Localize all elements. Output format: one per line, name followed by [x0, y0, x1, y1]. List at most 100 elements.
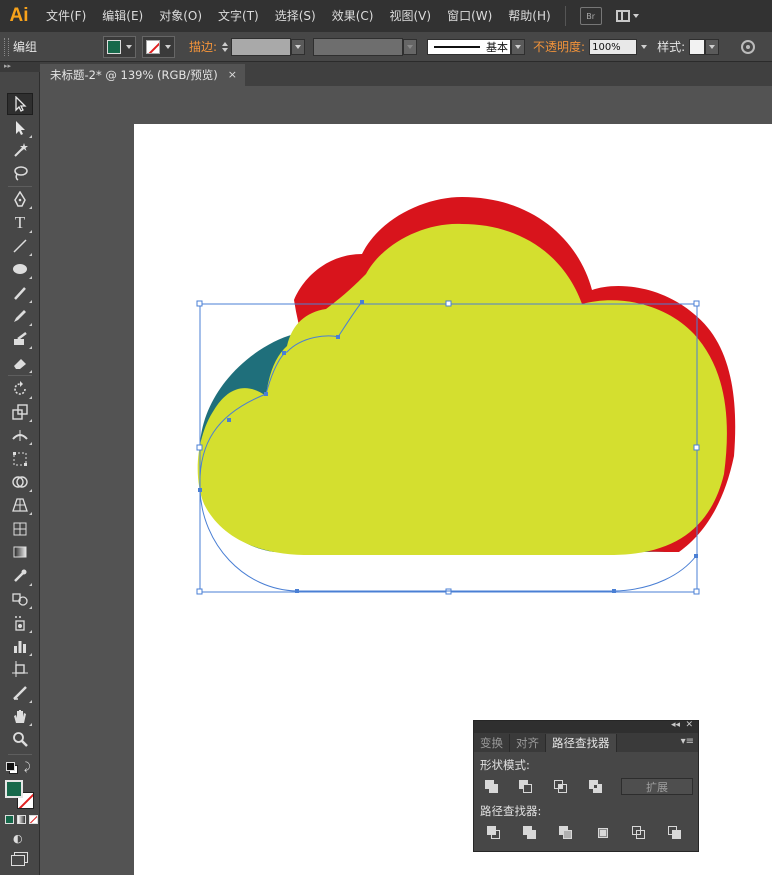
column-graph-icon	[14, 641, 26, 653]
cloud-main	[197, 223, 727, 555]
outline-button[interactable]	[632, 826, 646, 840]
ellipse-tool[interactable]	[7, 258, 33, 280]
arrange-documents-button[interactable]	[615, 10, 639, 22]
magic-wand-tool[interactable]	[7, 139, 33, 161]
color-mode-buttons[interactable]	[5, 815, 38, 824]
close-icon[interactable]: ×	[228, 64, 237, 86]
menu-object[interactable]: 对象(O)	[151, 0, 210, 32]
eraser-tool[interactable]	[7, 352, 33, 374]
menu-window[interactable]: 窗口(W)	[439, 0, 500, 32]
slice-icon	[13, 686, 27, 700]
brush-definition-dropdown[interactable]	[511, 38, 526, 55]
panel-menu-icon[interactable]: ▾≡	[681, 736, 694, 747]
fill-swatch	[107, 39, 121, 54]
stroke-label[interactable]: 描边:	[189, 38, 217, 55]
type-tool[interactable]: T	[7, 212, 33, 234]
fill-stroke-swatches[interactable]	[5, 780, 35, 810]
lasso-tool[interactable]	[7, 162, 33, 184]
tab-align[interactable]: 对齐	[510, 734, 546, 752]
menu-select[interactable]: 选择(S)	[267, 0, 324, 32]
panel-tab-bar: 变换 对齐 路径查找器 ▾≡	[474, 733, 698, 752]
graphic-style-swatch[interactable]	[689, 38, 706, 55]
stroke-weight-dropdown[interactable]	[291, 38, 306, 55]
document-tab[interactable]: 未标题-2* @ 139% (RGB/预览) ×	[40, 64, 245, 86]
tab-transform[interactable]: 变换	[474, 734, 510, 752]
menu-effect[interactable]: 效果(C)	[324, 0, 382, 32]
selection-tool[interactable]	[7, 93, 33, 115]
screen-mode-icon[interactable]	[11, 852, 28, 866]
chevron-down-icon	[126, 44, 132, 49]
menu-view[interactable]: 视图(V)	[381, 0, 439, 32]
mesh-tool[interactable]	[7, 518, 33, 540]
stroke-weight-input[interactable]	[231, 37, 292, 56]
trim-button[interactable]	[523, 826, 537, 840]
blob-brush-tool[interactable]	[7, 328, 33, 350]
fill-swatch-large	[5, 780, 23, 798]
menu-file[interactable]: 文件(F)	[38, 0, 94, 32]
chevron-down-icon	[632, 14, 639, 18]
column-graph-tool[interactable]	[7, 635, 33, 657]
menu-help[interactable]: 帮助(H)	[500, 0, 558, 32]
minus-front-button[interactable]	[519, 780, 533, 794]
direct-selection-arrow-icon	[16, 121, 25, 135]
line-segment-tool[interactable]	[7, 235, 33, 257]
opacity-label[interactable]: 不透明度:	[533, 38, 585, 55]
pencil-icon	[14, 310, 26, 322]
default-colors-icon[interactable]	[6, 762, 18, 774]
perspective-grid-tool[interactable]	[7, 494, 33, 516]
toolbar-header[interactable]: ▸▸	[0, 62, 40, 72]
chevron-down-icon	[295, 44, 302, 49]
tab-pathfinder[interactable]: 路径查找器	[546, 734, 617, 752]
menu-type[interactable]: 文字(T)	[210, 0, 267, 32]
intersect-button[interactable]	[554, 780, 568, 794]
blend-icon	[12, 593, 28, 606]
paintbrush-tool[interactable]	[7, 282, 33, 304]
chevron-down-icon	[515, 44, 522, 49]
artboard-tool[interactable]	[7, 658, 33, 680]
collapse-panel-icon[interactable]: ◂◂	[671, 720, 680, 730]
panel-title-bar[interactable]: ◂◂ ✕	[474, 720, 698, 733]
symbol-sprayer-tool[interactable]	[7, 612, 33, 634]
graphic-style-dropdown[interactable]	[705, 38, 720, 55]
stroke-color-picker[interactable]	[142, 35, 175, 58]
hand-tool[interactable]	[7, 705, 33, 727]
pen-tool[interactable]	[7, 188, 33, 210]
width-tool[interactable]	[7, 424, 33, 446]
unite-button[interactable]	[485, 780, 499, 794]
variable-width-dropdown[interactable]	[403, 38, 418, 55]
recolor-artwork-icon[interactable]	[741, 39, 756, 54]
free-transform-tool[interactable]	[7, 448, 33, 470]
opacity-input[interactable]: 100%	[589, 38, 638, 55]
bridge-button[interactable]: Br	[579, 7, 602, 25]
pathfinders-label: 路径查找器:	[480, 804, 542, 818]
menu-edit[interactable]: 编辑(E)	[94, 0, 151, 32]
opacity-dropdown-icon[interactable]	[641, 44, 648, 49]
divide-button[interactable]	[487, 826, 501, 840]
zoom-tool[interactable]	[7, 728, 33, 750]
pencil-tool[interactable]	[7, 305, 33, 327]
document-tab-bar: 未标题-2* @ 139% (RGB/预览) ×	[40, 62, 772, 86]
stroke-weight-stepper[interactable]	[222, 41, 229, 52]
variable-width-profile[interactable]	[313, 37, 404, 56]
scale-tool[interactable]	[7, 401, 33, 423]
crop-button[interactable]	[596, 826, 610, 840]
direct-selection-tool[interactable]	[7, 117, 33, 139]
ellipse-icon	[13, 264, 27, 274]
panel-grip[interactable]	[4, 37, 9, 56]
minus-back-button[interactable]	[668, 826, 682, 840]
merge-button[interactable]	[559, 826, 573, 840]
expand-button[interactable]: 扩展	[621, 778, 693, 795]
swap-colors-icon[interactable]: ⤸	[24, 760, 31, 774]
drawing-mode-icon[interactable]: ◐	[13, 832, 23, 845]
close-icon[interactable]: ✕	[685, 720, 693, 730]
brush-definition[interactable]: 基本	[427, 38, 512, 55]
fill-color-picker[interactable]	[103, 35, 136, 58]
shape-builder-tool[interactable]	[7, 471, 33, 493]
exclude-button[interactable]	[589, 780, 603, 794]
none-mode-icon	[29, 815, 38, 824]
rotate-tool[interactable]	[7, 378, 33, 400]
eyedropper-tool[interactable]	[7, 565, 33, 587]
slice-tool[interactable]	[7, 682, 33, 704]
gradient-tool[interactable]	[7, 541, 33, 563]
blend-tool[interactable]	[7, 588, 33, 610]
